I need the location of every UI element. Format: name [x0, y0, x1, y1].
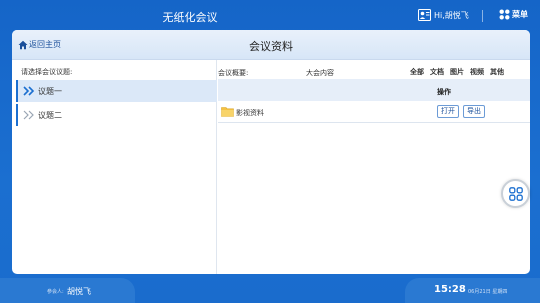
file-name: 影视资料: [236, 109, 264, 117]
page-title: 会议资料: [249, 40, 293, 53]
menu-grid-icon: [499, 9, 510, 20]
user-greeting[interactable]: Hi,胡悦飞: [418, 9, 469, 21]
panel-header: 返回主页 会议资料: [12, 30, 530, 60]
participants-label: 参会人:: [47, 289, 64, 295]
export-button[interactable]: 导出: [463, 105, 485, 118]
topic-label: 议题二: [38, 110, 62, 120]
topics-pane: 请选择会议议题: 议题一 议题二: [12, 60, 217, 274]
topics-prompt: 请选择会议议题:: [21, 68, 73, 76]
participants-value: 胡悦飞: [67, 287, 91, 296]
column-header-actions: 操作: [437, 88, 451, 96]
folder-icon: [221, 107, 234, 117]
top-bar: 无纸化会议 Hi,胡悦飞 菜单: [0, 0, 540, 32]
participants-box: 参会人: 胡悦飞: [0, 278, 135, 303]
double-chevron-icon: [23, 110, 34, 120]
double-chevron-icon: [23, 86, 35, 96]
table-header: 操作: [218, 79, 530, 101]
topbar-divider: [482, 10, 483, 22]
materials-pane: 会议概要: 大会内容 全部 文档 图片 视频 其他 操作 影视资料 打开 导出: [218, 60, 530, 274]
floating-apps-button[interactable]: [501, 179, 530, 208]
table-row[interactable]: 影视资料 打开 导出: [218, 101, 530, 123]
clock-box: 15:28 06月21日 星期四: [405, 278, 540, 303]
topic-item-1[interactable]: 议题一: [16, 80, 217, 102]
menu-button[interactable]: 菜单: [499, 9, 528, 20]
user-card-icon: [418, 9, 431, 21]
main-panel: 返回主页 会议资料 请选择会议议题: 议题一 议题二 会议概要: 大会内容 全部…: [12, 30, 530, 274]
overview-label: 会议概要:: [218, 69, 249, 77]
topic-label: 议题一: [38, 86, 62, 96]
apps-icon: [508, 186, 523, 201]
clock-date: 06月21日 星期四: [468, 289, 508, 295]
app-title: 无纸化会议: [162, 11, 218, 24]
menu-label: 菜单: [512, 10, 528, 19]
open-button[interactable]: 打开: [437, 105, 459, 118]
user-name: Hi,胡悦飞: [434, 10, 469, 20]
clock-time: 15:28: [434, 284, 466, 295]
overview-value: 大会内容: [306, 69, 334, 77]
bottom-bar: 参会人: 胡悦飞 15:28 06月21日 星期四: [0, 278, 540, 303]
topic-item-2[interactable]: 议题二: [16, 104, 217, 126]
